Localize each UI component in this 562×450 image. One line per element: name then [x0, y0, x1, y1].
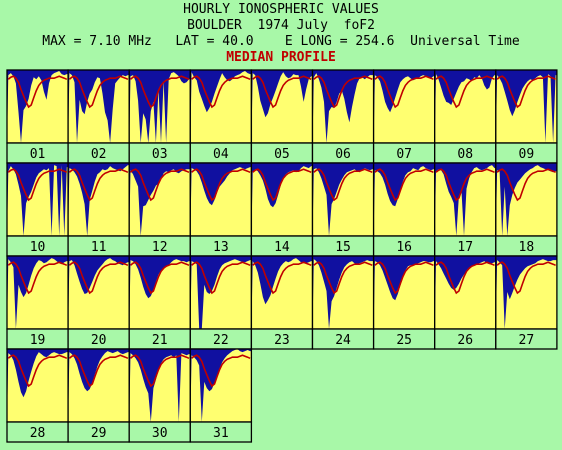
day-label: 30: [152, 426, 168, 441]
day-panel: 12: [128, 162, 191, 257]
day-panel: 06: [311, 69, 375, 164]
day-panel: 25: [372, 255, 436, 350]
day-panel: 22: [189, 255, 253, 350]
day-panel: 13: [189, 162, 253, 257]
day-panel: 10: [6, 162, 69, 257]
day-label: 23: [274, 333, 290, 348]
day-label: 09: [519, 147, 535, 162]
day-label: 28: [30, 426, 46, 441]
day-label: 12: [152, 240, 168, 255]
day-panel: 09: [495, 69, 558, 164]
day-panel: 26: [434, 255, 497, 350]
day-panel: 23: [250, 255, 314, 350]
day-label: 11: [91, 240, 107, 255]
day-label: 03: [152, 147, 168, 162]
daily-panels-chart: 01 02 03 04 05 06 07 08 09 10 11 12 13 14 15 16 17 18 19 20…: [6, 69, 558, 443]
day-label: 02: [91, 147, 107, 162]
day-label: 06: [335, 147, 351, 162]
day-label: 01: [30, 147, 46, 162]
day-label: 05: [274, 147, 290, 162]
day-panel: 17: [434, 162, 497, 257]
day-label: 14: [274, 240, 290, 255]
day-panel: 21: [128, 255, 191, 350]
day-label: 16: [396, 240, 412, 255]
day-label: 19: [30, 333, 46, 348]
day-panel: 24: [311, 255, 375, 350]
day-panel: 28: [6, 348, 69, 443]
day-panel: 30: [128, 348, 191, 443]
day-label: 22: [213, 333, 229, 348]
day-label: 07: [396, 147, 412, 162]
day-panel: 02: [67, 69, 130, 164]
day-panel: 19: [6, 255, 69, 350]
day-label: 31: [213, 426, 229, 441]
day-panel: 20: [67, 255, 130, 350]
day-panel: 31: [189, 348, 253, 443]
day-panel: 08: [434, 69, 497, 164]
day-label: 24: [335, 333, 351, 348]
day-panel: 05: [250, 69, 314, 164]
day-label: 27: [519, 333, 535, 348]
day-panel: 01: [6, 69, 69, 164]
day-label: 10: [30, 240, 46, 255]
day-panel: 14: [250, 162, 314, 257]
day-panel: 16: [372, 162, 436, 257]
day-panel: 07: [372, 69, 436, 164]
day-panel: 27: [495, 255, 558, 350]
day-panel: 18: [495, 162, 558, 257]
day-label: 29: [91, 426, 107, 441]
day-panel: 04: [189, 69, 253, 164]
day-panel: 15: [311, 162, 375, 257]
day-label: 18: [519, 240, 535, 255]
day-label: 15: [335, 240, 351, 255]
day-panel: 03: [128, 69, 191, 164]
day-label: 08: [457, 147, 473, 162]
day-label: 20: [91, 333, 107, 348]
day-panel: 29: [67, 348, 130, 443]
day-label: 25: [396, 333, 412, 348]
day-label: 17: [457, 240, 473, 255]
day-label: 21: [152, 333, 168, 348]
day-label: 04: [213, 147, 229, 162]
day-label: 13: [213, 240, 229, 255]
day-panel: 11: [67, 162, 130, 257]
day-label: 26: [457, 333, 473, 348]
